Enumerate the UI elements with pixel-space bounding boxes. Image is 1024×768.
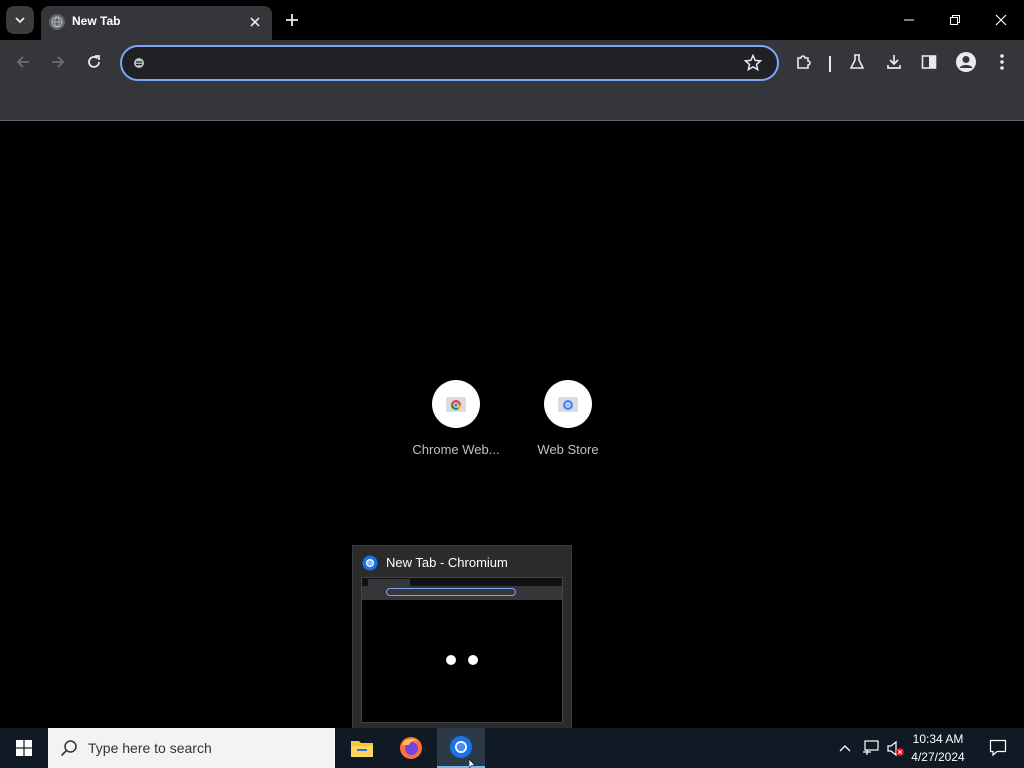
reload-icon [88,55,100,68]
menu-button[interactable] [987,47,1017,77]
taskbar-file-explorer[interactable] [338,728,386,768]
close-window-button[interactable] [978,0,1024,40]
side-panel-button[interactable] [914,47,944,77]
start-button[interactable] [0,728,48,768]
plus-icon [286,14,298,26]
preview-thumbnail [361,577,563,723]
shortcut-chrome-web-store[interactable]: Chrome Web... [400,380,512,470]
search-icon [60,740,77,757]
windows-start-icon [16,740,32,756]
forward-button[interactable] [43,47,73,77]
taskbar-firefox[interactable] [387,728,435,768]
address-bar[interactable] [120,45,779,81]
profile-button[interactable] [951,47,981,77]
shortcut-label: Web Store [537,442,599,457]
tab-search-icon [15,17,25,24]
new-tab-button[interactable] [280,8,304,32]
close-icon [995,14,1007,26]
preview-title: New Tab - Chromium [386,555,508,570]
address-input[interactable] [150,47,734,81]
tab-title: New Tab [72,14,121,28]
shortcut-label: Chrome Web... [412,442,500,457]
thumb-address-bar [386,588,516,596]
tab-strip: New Tab [0,0,1024,40]
chevron-up-icon[interactable] [838,741,852,755]
minimize-button[interactable] [886,0,932,40]
restore-icon [950,15,960,25]
profile-icon [956,52,976,72]
star-icon [744,54,762,72]
globe-icon [49,14,65,30]
mouse-cursor [469,759,476,768]
bookmarks-bar [0,86,1024,121]
side-panel-icon [921,55,937,69]
notification-icon [989,739,1007,757]
bookmark-star-button[interactable] [739,49,767,77]
taskbar-search-box[interactable]: Type here to search [48,728,335,768]
taskbar: Type here to search 10:34 AM 4/27/2024 [0,728,1024,768]
labs-icon [849,54,865,69]
restore-button[interactable] [932,0,978,40]
tab-search-button[interactable] [6,6,34,34]
clock-time[interactable]: 10:34 AM [898,732,978,746]
taskbar-chromium[interactable] [437,728,485,768]
close-icon [250,17,260,27]
clock-date[interactable]: 4/27/2024 [898,750,978,764]
web-store-icon [544,380,592,428]
back-icon [16,56,29,68]
extensions-button[interactable] [789,47,819,77]
chromium-icon [450,736,472,758]
labs-button[interactable] [842,47,872,77]
toolbar-divider [829,56,831,72]
chrome-web-store-icon [432,380,480,428]
taskbar-window-preview[interactable]: New Tab - Chromium [352,545,572,730]
file-explorer-icon [351,741,373,757]
tab-new-tab[interactable]: New Tab [41,6,272,40]
thumb-tab [368,579,410,586]
thumb-shortcut [468,655,478,665]
shortcut-web-store[interactable]: Web Store [512,380,624,470]
search-placeholder: Type here to search [88,740,212,756]
firefox-icon [400,737,422,759]
thumb-shortcut [446,655,456,665]
back-button[interactable] [8,47,38,77]
action-center-button[interactable] [978,728,1018,768]
tab-close-button[interactable] [245,12,265,32]
chromium-icon [362,555,378,571]
reload-button[interactable] [79,47,109,77]
minimize-icon [904,19,914,21]
extensions-icon [797,55,811,69]
download-icon [887,55,901,69]
browser-toolbar [0,40,1024,86]
menu-icon [1000,54,1004,70]
downloads-button[interactable] [879,47,909,77]
forward-icon [52,56,65,68]
network-icon[interactable] [862,740,880,756]
search-engine-icon [134,58,144,68]
